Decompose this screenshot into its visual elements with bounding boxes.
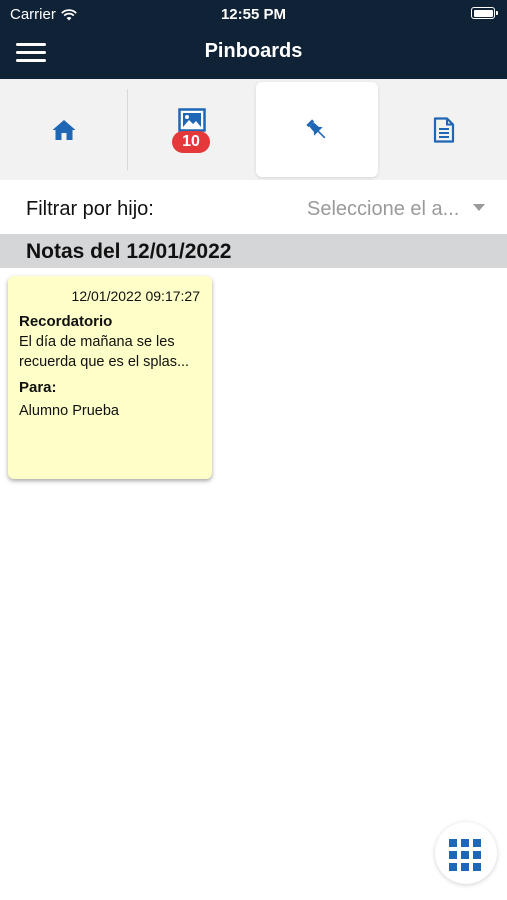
apps-menu-button[interactable] bbox=[435, 822, 497, 884]
apps-grid-icon bbox=[449, 839, 481, 871]
chevron-down-icon bbox=[473, 204, 485, 211]
note-heading: Recordatorio bbox=[19, 313, 113, 330]
pushpin-icon bbox=[306, 118, 326, 138]
gallery-badge: 10 bbox=[172, 131, 210, 153]
page-title: Pinboards bbox=[204, 40, 303, 62]
top-app-bar: Carrier 12:55 PM Pinboards bbox=[0, 0, 507, 79]
section-header: Notas del 12/01/2022 bbox=[0, 234, 507, 268]
tab-gallery[interactable] bbox=[128, 79, 255, 180]
note-recipient-label: Para: bbox=[19, 379, 57, 396]
filter-label: Filtrar por hijo: bbox=[26, 198, 154, 220]
filter-row: Filtrar por hijo: Seleccione el a... bbox=[0, 180, 507, 234]
tab-home[interactable] bbox=[0, 79, 128, 180]
image-icon bbox=[177, 107, 206, 132]
note-card[interactable]: 12/01/2022 09:17:27 Recordatorio El día … bbox=[8, 276, 212, 479]
tab-documents[interactable] bbox=[380, 79, 507, 180]
tab-pinboards[interactable] bbox=[256, 82, 378, 177]
filter-select-value: Seleccione el a... bbox=[307, 198, 460, 220]
status-bar: Carrier 12:55 PM bbox=[0, 0, 507, 28]
section-title: Notas del 12/01/2022 bbox=[26, 240, 232, 263]
note-timestamp: 12/01/2022 09:17:27 bbox=[71, 288, 200, 304]
home-icon bbox=[52, 119, 76, 140]
tab-bar: 10 bbox=[0, 79, 507, 180]
document-icon bbox=[433, 116, 454, 143]
battery-icon bbox=[471, 7, 498, 19]
child-filter-select[interactable]: Seleccione el a... bbox=[300, 194, 495, 224]
status-time: 12:55 PM bbox=[220, 6, 287, 23]
note-body: El día de mañana se les recuerda que es … bbox=[19, 334, 190, 370]
note-recipient: Alumno Prueba bbox=[19, 403, 119, 419]
